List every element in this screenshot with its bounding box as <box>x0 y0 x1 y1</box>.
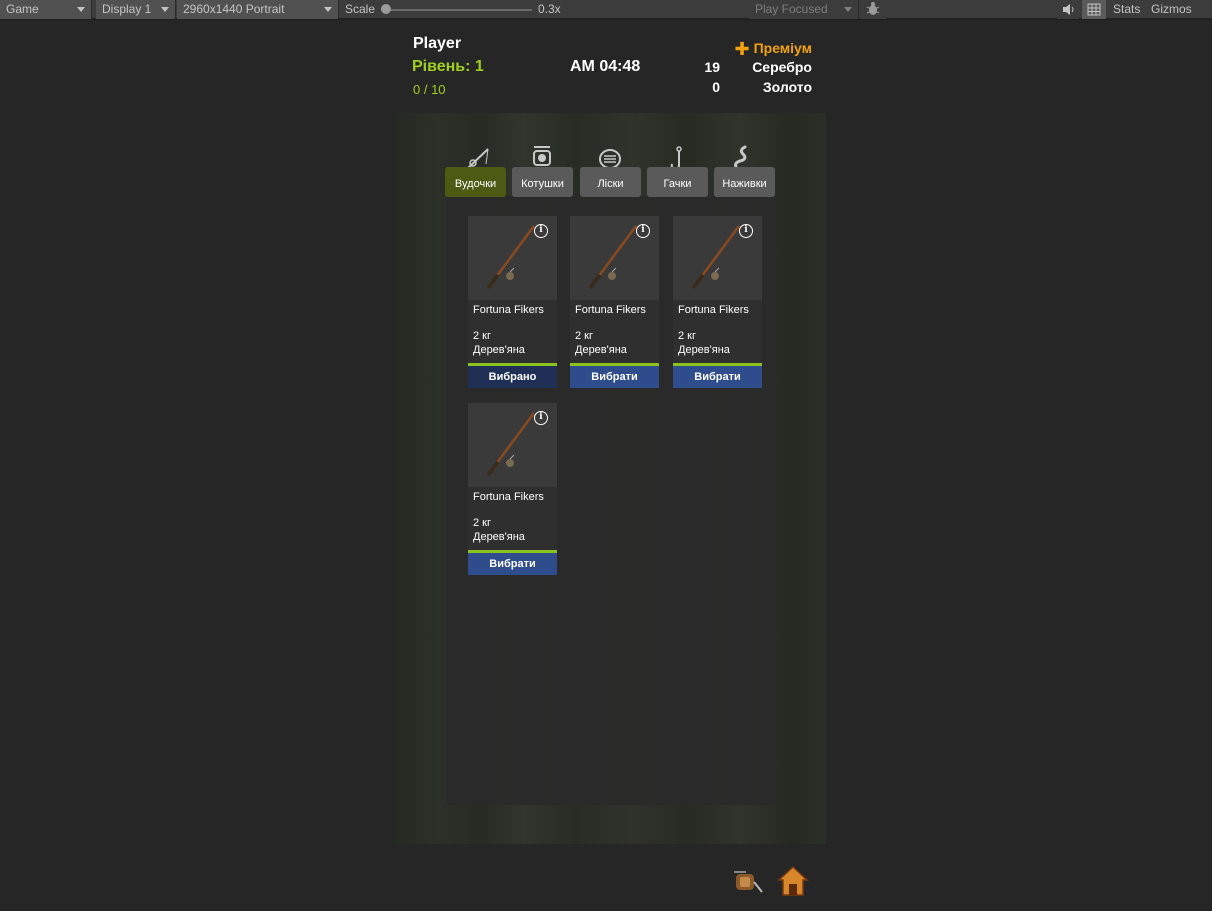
chevron-down-icon <box>161 7 169 12</box>
chevron-down-icon <box>844 7 852 12</box>
plus-icon: ✚ <box>734 39 750 59</box>
tab-lines[interactable]: Ліски <box>580 167 641 197</box>
silver-label: Серебро <box>752 59 812 75</box>
chevron-down-icon <box>77 7 85 12</box>
play-mode-label: Play Focused <box>755 2 828 16</box>
tab-baits[interactable]: Наживки <box>714 167 775 197</box>
tab-rods-label: Вудочки <box>454 178 497 190</box>
stats-grid-toggle[interactable] <box>1082 0 1106 19</box>
item-card: i Fortuna Fikers 2 кг Дерев'яна Вибрано <box>468 216 557 388</box>
premium-button[interactable]: ✚ Преміум <box>734 39 812 60</box>
premium-label: Преміум <box>753 40 812 56</box>
item-weight: 2 кг <box>678 330 696 342</box>
game-view-label: Game <box>6 2 39 16</box>
gizmos-button[interactable]: Gizmos <box>1151 0 1192 19</box>
reel-nav-button[interactable] <box>732 866 764 898</box>
item-weight: 2 кг <box>473 517 491 529</box>
tab-reels-label: Котушки <box>521 178 564 190</box>
item-card: i Fortuna Fikers 2 кг Дерев'яна Вибрати <box>673 216 762 388</box>
tab-baits-label: Наживки <box>722 178 767 190</box>
resolution-label: 2960x1440 Portrait <box>183 2 285 16</box>
select-button[interactable]: Вибрати <box>570 366 659 388</box>
game-screen: Player Рівень: 1 0 / 10 AM 04:48 ✚ Преміу… <box>394 24 826 911</box>
silver-count: 19 <box>704 59 720 75</box>
scale-slider-track[interactable] <box>386 9 532 11</box>
tab-lines-label: Ліски <box>597 178 624 190</box>
resolution-dropdown[interactable]: 2960x1440 Portrait <box>177 0 339 19</box>
item-material: Дерев'яна <box>473 344 525 356</box>
game-clock: AM 04:48 <box>570 58 641 75</box>
gold-currency: 0 Золото <box>702 79 812 97</box>
xp-progress: 0 / 10 <box>413 82 446 97</box>
player-header: Player Рівень: 1 0 / 10 AM 04:48 ✚ Преміу… <box>394 24 826 113</box>
info-icon[interactable]: i <box>534 411 548 425</box>
player-name: Player <box>413 35 462 52</box>
item-material: Дерев'яна <box>575 344 627 356</box>
speaker-icon <box>1063 4 1074 15</box>
display-dropdown[interactable]: Display 1 <box>96 0 176 19</box>
tab-reels[interactable]: Котушки <box>512 167 573 197</box>
select-button[interactable]: Вибрано <box>468 366 557 388</box>
item-card: i Fortuna Fikers 2 кг Дерев'яна Вибрати <box>570 216 659 388</box>
play-mode-dropdown[interactable]: Play Focused <box>749 0 859 19</box>
chevron-down-icon <box>324 7 332 12</box>
scale-value: 0.3x <box>538 2 561 16</box>
display-label: Display 1 <box>102 2 152 16</box>
tab-hooks-label: Гачки <box>663 178 692 190</box>
gold-label: Золото <box>762 79 812 95</box>
gold-count: 0 <box>712 79 720 95</box>
select-button[interactable]: Вибрати <box>673 366 762 388</box>
info-icon[interactable]: i <box>636 224 650 238</box>
item-name: Fortuna Fikers <box>678 304 749 316</box>
item-material: Дерев'яна <box>473 531 525 543</box>
item-name: Fortuna Fikers <box>473 491 544 503</box>
editor-toolbar: Game Display 1 2960x1440 Portrait Scale … <box>0 0 1212 19</box>
item-material: Дерев'яна <box>678 344 730 356</box>
reel-icon <box>734 871 763 893</box>
mute-audio-button[interactable] <box>1057 0 1079 19</box>
item-name: Fortuna Fikers <box>473 304 544 316</box>
home-button[interactable] <box>777 864 809 898</box>
select-button[interactable]: Вибрати <box>468 553 557 575</box>
game-view-dropdown[interactable]: Game <box>0 0 92 19</box>
bug-icon <box>866 2 880 15</box>
tab-rods[interactable]: Вудочки <box>445 167 506 197</box>
stats-button[interactable]: Stats <box>1113 0 1140 19</box>
game-view: Player Рівень: 1 0 / 10 AM 04:48 ✚ Преміу… <box>0 20 1212 911</box>
info-icon[interactable]: i <box>534 224 548 238</box>
grid-icon <box>1087 3 1101 16</box>
item-weight: 2 кг <box>473 330 491 342</box>
debug-bug-button[interactable] <box>860 0 886 19</box>
scale-label: Scale <box>345 2 376 16</box>
player-level: Рівень: 1 <box>412 58 484 75</box>
item-weight: 2 кг <box>575 330 593 342</box>
info-icon[interactable]: i <box>739 224 753 238</box>
bottom-nav <box>394 844 826 911</box>
tab-hooks[interactable]: Гачки <box>647 167 708 197</box>
silver-currency: 19 Серебро <box>702 59 812 77</box>
item-card: i Fortuna Fikers 2 кг Дерев'яна Вибрати <box>468 403 557 575</box>
item-name: Fortuna Fikers <box>575 304 646 316</box>
home-icon <box>777 865 809 896</box>
scale-slider-handle[interactable] <box>381 4 391 14</box>
